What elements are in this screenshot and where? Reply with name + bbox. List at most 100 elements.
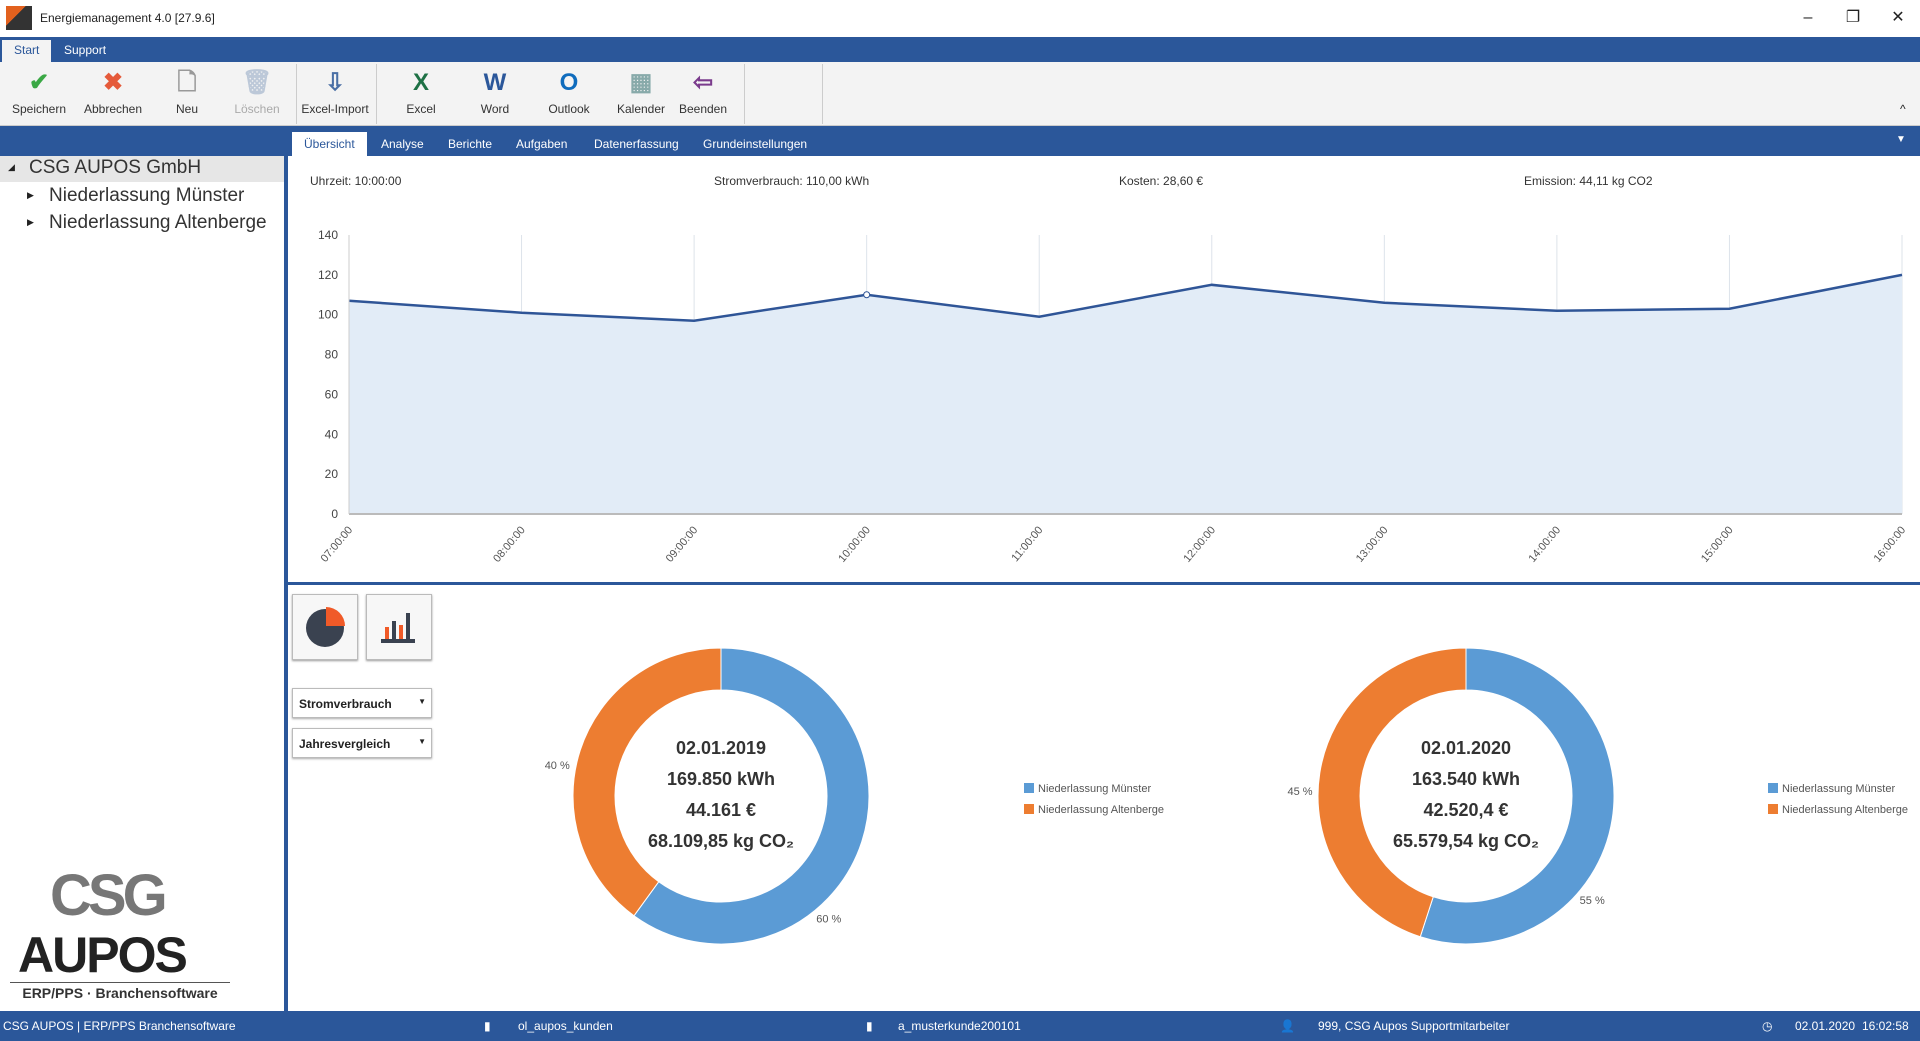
legend-item: Niederlassung Altenberge	[1768, 800, 1908, 821]
tab-datenerfassung[interactable]: Datenerfassung	[582, 132, 691, 156]
database-icon: ▮	[484, 1019, 491, 1033]
slice-label: 60 %	[816, 913, 841, 925]
donut-center-summary: 02.01.2019 169.850 kWh 44.161 € 68.109,85 k…	[611, 733, 831, 857]
ribbon-separator	[822, 64, 823, 124]
menu-tab-support[interactable]: Support	[52, 40, 118, 62]
info-time: Uhrzeit: 10:00:00	[310, 174, 402, 188]
ribbon-button-word[interactable]: W Word	[460, 66, 530, 122]
tab-grundeinstellungen[interactable]: Grundeinstellungen	[691, 132, 819, 156]
ribbon-button-excel-import[interactable]: ⇩ Excel-Import	[300, 66, 370, 122]
legend-item: Niederlassung Altenberge	[1024, 800, 1164, 821]
ribbon-button-löschen[interactable]: 🗑 Löschen	[222, 66, 292, 122]
status-bar: CSG AUPOS | ERP/PPS Branchensoftware ▮ o…	[0, 1011, 1920, 1041]
tab-berichte[interactable]: Berichte	[436, 132, 504, 156]
legend-swatch	[1768, 804, 1778, 814]
legend-swatch	[1024, 804, 1034, 814]
bar-chart-button[interactable]	[366, 594, 432, 660]
summary-line: 169.850 kWh	[666, 769, 776, 789]
nav-tabs: Übersicht Analyse Berichte Aufgaben Date…	[0, 126, 1920, 156]
check-icon: ✔	[28, 69, 50, 96]
pie-chart-button[interactable]	[292, 594, 358, 660]
logo-main-text: AUPOS	[18, 927, 188, 983]
status-app: CSG AUPOS | ERP/PPS Branchensoftware	[3, 1019, 236, 1033]
ribbon-button-excel[interactable]: X Excel	[386, 66, 456, 122]
y-tick-label: 80	[325, 348, 339, 362]
mode-select[interactable]: Jahresvergleich ▼	[292, 728, 432, 758]
data-point[interactable]	[863, 291, 871, 299]
calendar-icon: ▦	[629, 69, 653, 96]
measure-select[interactable]: Stromverbrauch ▼	[292, 688, 432, 718]
menu-bar: Start Support	[0, 37, 1920, 62]
client-icon: ▮	[866, 1019, 873, 1033]
title-bar: Energiemanagement 4.0 [27.9.6] – ❐ ✕	[0, 0, 1920, 37]
x-tick-label: 10:00:00	[836, 524, 873, 565]
cancel-x-icon: ✖	[102, 69, 124, 96]
legend-label: Niederlassung Altenberge	[1038, 804, 1164, 816]
donut-legend: Niederlassung Münster Niederlassung Alten…	[1768, 779, 1908, 821]
ribbon-button-label: Beenden	[678, 102, 728, 116]
summary-line: 02.01.2020	[1420, 738, 1512, 758]
y-tick-label: 20	[325, 467, 339, 481]
info-emission: Emission: 44,11 kg CO2	[1524, 174, 1653, 188]
ribbon-button-kalender[interactable]: ▦ Kalender	[606, 66, 676, 122]
logo-subtitle: ERP/PPS · Branchensoftware	[10, 982, 230, 1001]
consumption-area-chart[interactable]: 0 20 40 60 80 100 120 140 07:00:00 08:00:00 09:00:…	[288, 220, 1920, 580]
tab-analyse[interactable]: Analyse	[369, 132, 436, 156]
y-tick-label: 100	[318, 308, 338, 322]
window-title: Energiemanagement 4.0 [27.9.6]	[40, 11, 215, 25]
legend-label: Niederlassung Münster	[1038, 783, 1152, 795]
ribbon-button-label: Word	[480, 102, 510, 116]
mode-select-value: Jahresvergleich	[299, 737, 391, 751]
status-database: ol_aupos_kunden	[518, 1019, 613, 1033]
y-tick-label: 60	[325, 387, 339, 401]
slice-label: 45 %	[1287, 786, 1312, 798]
slice-label: 40 %	[545, 760, 570, 772]
area-fill	[349, 274, 1902, 514]
summary-line: 42.520,4 €	[1423, 800, 1509, 820]
menu-tab-start[interactable]: Start	[2, 40, 52, 62]
logo-top-text: CSG	[50, 863, 168, 928]
ribbon-button-speichern[interactable]: ✔ Speichern	[4, 66, 74, 122]
tree-item-label: Niederlassung Altenberge	[49, 212, 267, 233]
tab-uebersicht[interactable]: Übersicht	[292, 132, 367, 156]
user-icon: 👤	[1280, 1019, 1295, 1033]
ribbon-toolbar: ✔ Speichern ✖ Abbrechen 🗋 Neu 🗑 Löschen ⇩ Excel-I…	[0, 62, 1920, 126]
ribbon-button-abbrechen[interactable]: ✖ Abbrechen	[78, 66, 148, 122]
close-button[interactable]: ✕	[1878, 6, 1918, 30]
ribbon-button-beenden[interactable]: ⇦ Beenden	[668, 66, 738, 122]
legend-swatch	[1024, 783, 1034, 793]
expand-icon[interactable]: ▶	[27, 190, 34, 201]
status-time: 16:02:58	[1862, 1019, 1909, 1033]
ribbon-button-label: Excel-Import	[301, 102, 369, 116]
summary-line: 02.01.2019	[675, 738, 767, 758]
expand-icon[interactable]: ▶	[27, 217, 34, 228]
x-tick-label: 08:00:00	[491, 524, 528, 565]
minimize-button[interactable]: –	[1788, 6, 1828, 30]
word-icon: W	[483, 69, 507, 96]
ribbon-separator	[744, 64, 745, 124]
section-splitter[interactable]	[288, 582, 1920, 585]
outlook-icon: O	[559, 69, 579, 96]
collapse-ribbon-button[interactable]: ^	[1900, 102, 1906, 116]
tab-aufgaben[interactable]: Aufgaben	[504, 132, 579, 156]
x-tick-label: 13:00:00	[1354, 524, 1391, 565]
ribbon-button-label: Speichern	[11, 102, 67, 116]
tree-root[interactable]: ◢ CSG AUPOS GmbH	[0, 156, 284, 182]
ribbon-button-outlook[interactable]: O Outlook	[534, 66, 604, 122]
import-icon: ⇩	[324, 69, 346, 96]
tree-item-altenberge[interactable]: ▶ Niederlassung Altenberge	[0, 211, 284, 237]
collapse-icon[interactable]: ◢	[8, 162, 15, 173]
x-tick-label: 12:00:00	[1181, 524, 1218, 565]
chevron-down-icon: ▼	[418, 697, 426, 706]
nav-dropdown-icon[interactable]: ▼	[1896, 134, 1906, 145]
csg-aupos-logo: CSG AUPOS ERP/PPS · Branchensoftware	[10, 862, 230, 1002]
status-client: a_musterkunde200101	[898, 1019, 1021, 1033]
x-tick-label: 09:00:00	[664, 524, 701, 565]
y-tick-label: 0	[331, 507, 338, 521]
tree-item-muenster[interactable]: ▶ Niederlassung Münster	[0, 184, 284, 210]
ribbon-button-label: Outlook	[548, 102, 590, 116]
restore-button[interactable]: ❐	[1833, 6, 1873, 30]
ribbon-button-label: Abbrechen	[83, 102, 143, 116]
ribbon-button-label: Excel	[406, 102, 436, 116]
ribbon-button-neu[interactable]: 🗋 Neu	[152, 66, 222, 122]
